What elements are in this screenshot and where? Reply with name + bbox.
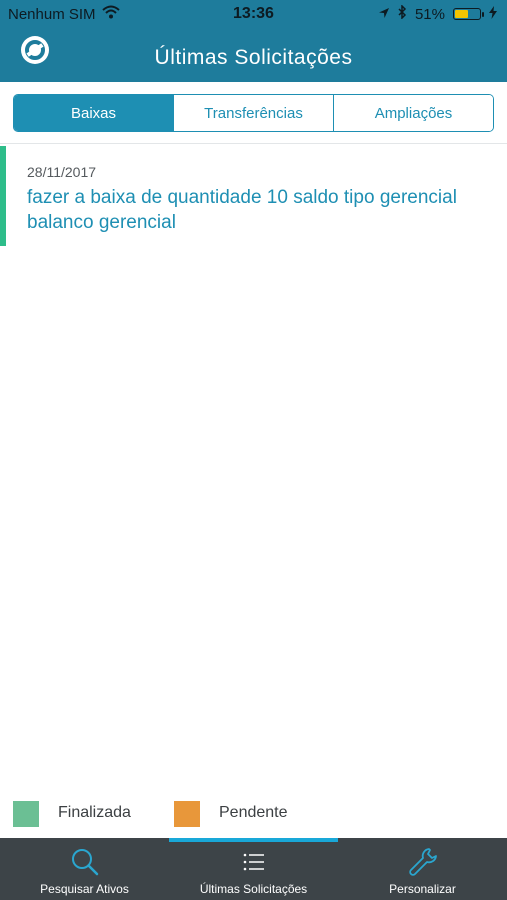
segment-baixas[interactable]: Baixas	[14, 95, 174, 131]
battery-icon	[453, 8, 484, 20]
finalizada-swatch	[13, 801, 39, 827]
bluetooth-icon	[398, 4, 407, 23]
status-legend: Finalizada Pendente	[0, 798, 507, 834]
active-tab-indicator	[169, 838, 338, 842]
tab-pesquisar-ativos[interactable]: Pesquisar Ativos	[0, 838, 169, 900]
app-header: Nenhum SIM 13:36 51% Últimas Solicitaçõe…	[0, 0, 507, 82]
item-description: fazer a baixa de quantidade 10 saldo tip…	[27, 187, 457, 233]
tab-bar: Pesquisar Ativos Últimas Solicitações Pe…	[0, 838, 507, 900]
segmented-control: Baixas Transferências Ampliações	[13, 94, 494, 132]
status-indicator-bar	[0, 146, 6, 246]
list-icon	[169, 846, 338, 880]
pendente-swatch	[174, 801, 200, 827]
page-title: Últimas Solicitações	[154, 46, 353, 69]
battery-level	[455, 10, 469, 18]
charging-bolt-icon	[489, 5, 497, 23]
status-bar: Nenhum SIM 13:36 51%	[0, 0, 507, 28]
finalizada-label: Finalizada	[58, 804, 131, 821]
wrench-icon	[338, 846, 507, 880]
tab-label: Personalizar	[389, 882, 456, 896]
tab-personalizar[interactable]: Personalizar	[338, 838, 507, 900]
item-date: 28/11/2017	[27, 164, 97, 180]
divider	[0, 143, 507, 144]
tab-label: Últimas Solicitações	[199, 882, 308, 896]
tab-label: Pesquisar Ativos	[40, 882, 129, 896]
location-arrow-icon	[378, 6, 390, 23]
list-item[interactable]: 28/11/2017 fazer a baixa de quantidade 1…	[0, 146, 507, 246]
search-icon	[0, 846, 169, 880]
pendente-label: Pendente	[219, 804, 288, 821]
segment-ampliacoes[interactable]: Ampliações	[334, 95, 493, 131]
battery-percent: 51%	[414, 5, 445, 23]
segment-transferencias[interactable]: Transferências	[174, 95, 334, 131]
tab-ultimas-solicitacoes[interactable]: Últimas Solicitações	[169, 838, 338, 900]
